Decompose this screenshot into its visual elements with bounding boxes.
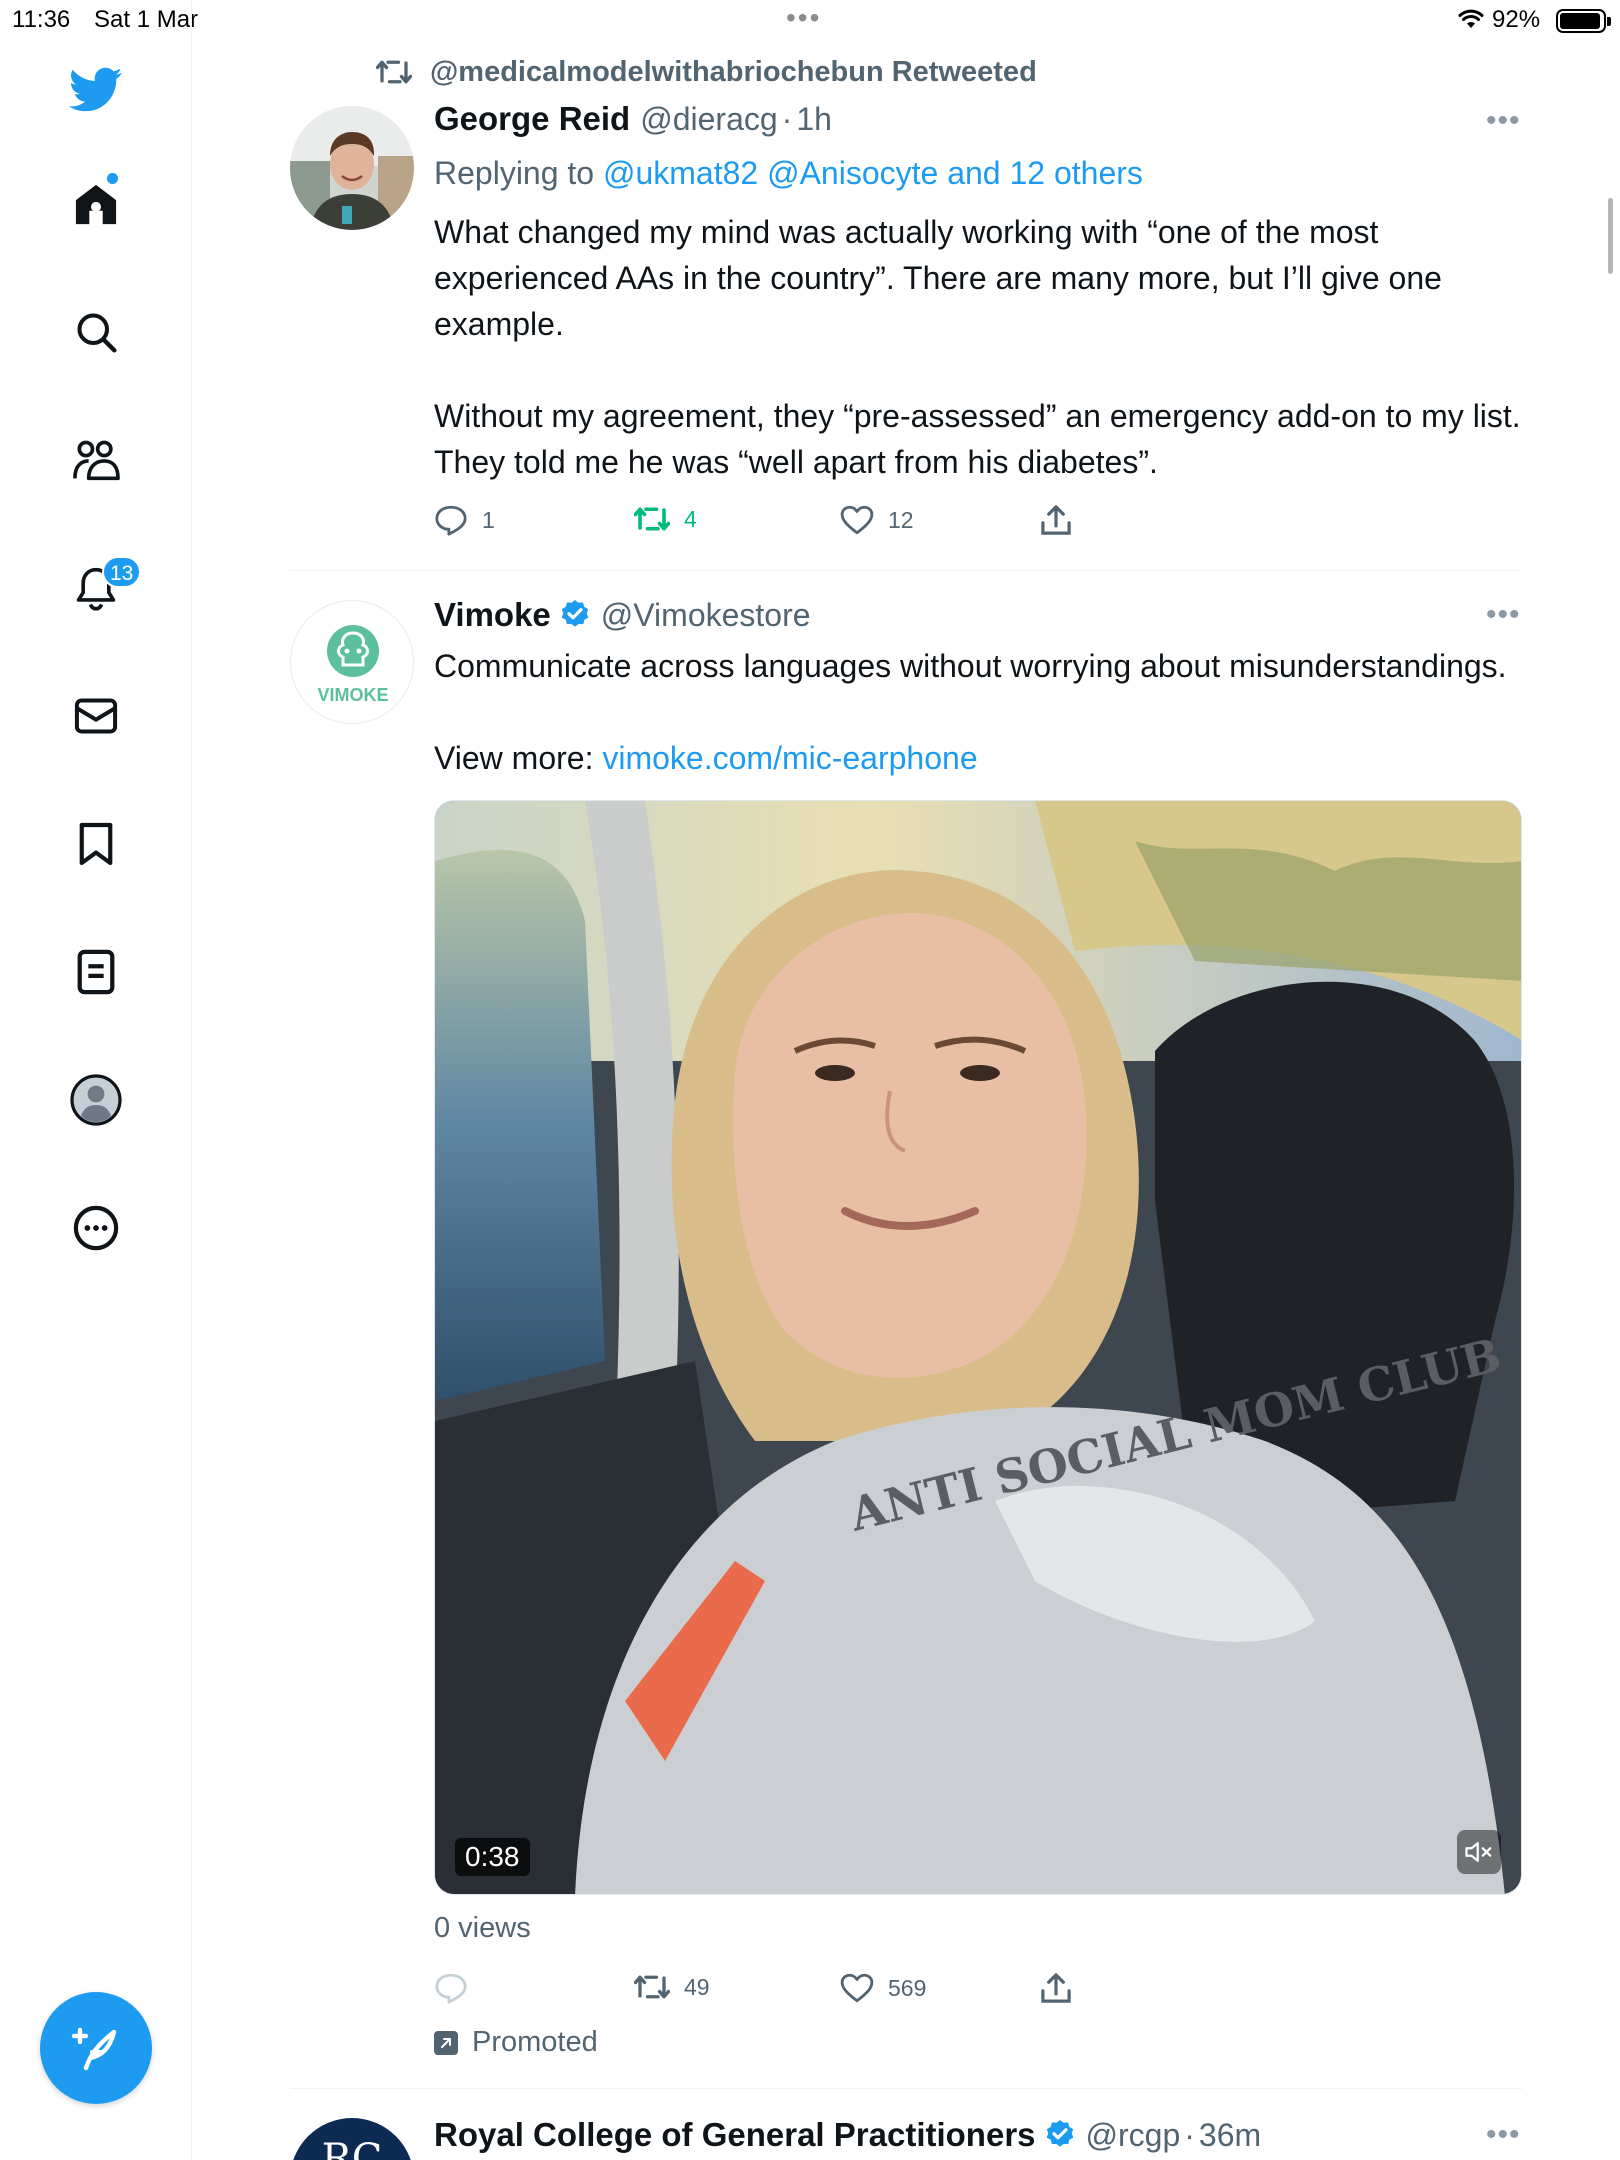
sidebar-item-more[interactable]	[62, 1194, 130, 1262]
compose-tweet-button[interactable]	[40, 1992, 152, 2104]
sidebar-nav: 13	[0, 0, 192, 2160]
people-icon	[73, 440, 120, 481]
avatar-george-reid[interactable]	[290, 106, 414, 230]
video-frame: ANTI SOCIAL MOM CLUB	[435, 801, 1521, 1894]
retweet-context: @medicalmodelwithabriochebun Retweeted	[376, 54, 1037, 90]
like-button[interactable]: 12	[840, 504, 914, 536]
mention-link[interactable]: @Anisocyte	[767, 155, 938, 191]
view-more-label: View more:	[434, 740, 594, 776]
tweet-text-paragraph: What changed my mind was actually workin…	[434, 214, 1442, 342]
tweet-divider	[290, 2088, 1522, 2089]
separator: ·	[1184, 2117, 1195, 2153]
timestamp[interactable]: 36m	[1199, 2117, 1261, 2154]
others-link[interactable]: and 12 others	[947, 155, 1143, 191]
status-bar: 11:36 Sat 1 Mar ••• 92%	[0, 0, 1620, 40]
avatar-rcgp[interactable]: RC	[290, 2118, 414, 2160]
like-count: 12	[888, 506, 914, 533]
retweet-count: 4	[684, 505, 697, 532]
home-icon	[75, 184, 117, 225]
reply-icon	[435, 505, 467, 536]
speaker-muted-icon	[1465, 1842, 1492, 1862]
sidebar-item-explore[interactable]	[62, 298, 130, 366]
sidebar-item-communities[interactable]	[62, 426, 130, 494]
compose-feather-icon	[71, 2027, 117, 2071]
share-button[interactable]	[1040, 504, 1072, 536]
scrollbar-thumb[interactable]	[1608, 198, 1613, 274]
retweeted-by-label[interactable]: @medicalmodelwithabriochebun Retweeted	[430, 56, 1037, 89]
sidebar-item-lists[interactable]	[62, 938, 130, 1006]
more-circle-icon	[73, 1205, 119, 1251]
bookmark-icon	[79, 822, 113, 866]
share-icon	[1041, 505, 1071, 535]
home-unread-dot	[107, 173, 118, 184]
tweet3-header: Royal College of General Practitioners @…	[434, 2114, 1261, 2154]
video-views: 0 views	[434, 1912, 531, 1944]
author-handle[interactable]: @rcgp	[1086, 2117, 1181, 2154]
author-name[interactable]: Royal College of General Practitioners	[434, 2116, 1036, 2154]
retweet-icon	[634, 507, 670, 531]
battery-icon	[1556, 9, 1611, 33]
avatar-vimoke[interactable]: VIMOKE	[290, 600, 414, 724]
promoted-icon	[434, 2030, 458, 2055]
like-button[interactable]: 569	[840, 1972, 926, 2004]
author-handle[interactable]: @Vimokestore	[601, 597, 811, 634]
author-name[interactable]: George Reid	[434, 100, 630, 138]
heart-icon	[840, 1973, 874, 2003]
sidebar-item-home[interactable]	[62, 170, 130, 238]
promoted-text: Promoted	[472, 2026, 598, 2058]
replying-to: Replying to @ukmat82 @Anisocyte and 12 o…	[434, 150, 1524, 196]
battery-percentage: 92%	[1492, 6, 1541, 33]
retweet-button[interactable]: 4	[634, 504, 697, 534]
mute-toggle[interactable]	[1457, 1830, 1501, 1874]
reply-count: 1	[482, 506, 495, 533]
search-icon	[77, 313, 117, 353]
tweet-more-button[interactable]: •••	[1486, 104, 1521, 138]
retweet-icon	[634, 1975, 670, 1999]
tweet-more-button[interactable]: •••	[1486, 2118, 1521, 2152]
notification-count-badge: 13	[102, 556, 142, 588]
promoted-label[interactable]: Promoted	[434, 2026, 598, 2059]
retweet-icon	[376, 60, 412, 84]
mail-icon	[74, 698, 118, 734]
tweet1-header: George Reid @dieracg · 1h	[434, 100, 832, 138]
sidebar-item-profile[interactable]	[62, 1066, 130, 1134]
retweet-count: 49	[684, 1973, 710, 2000]
view-more-line: View more: vimoke.com/mic-earphone	[434, 735, 1524, 781]
reply-button[interactable]	[434, 1972, 468, 2004]
timestamp[interactable]: 1h	[796, 101, 832, 138]
like-count: 569	[888, 1974, 927, 2001]
retweet-button[interactable]: 49	[634, 1972, 710, 2002]
lists-icon	[77, 949, 115, 995]
mention-link[interactable]: @ukmat82	[603, 155, 758, 191]
sidebar-item-messages[interactable]	[62, 682, 130, 750]
reply-button[interactable]: 1	[434, 504, 495, 536]
external-link[interactable]: vimoke.com/mic-earphone	[602, 740, 977, 776]
sidebar-item-bookmarks[interactable]	[62, 810, 130, 878]
heart-icon	[840, 505, 874, 535]
separator: ·	[781, 101, 793, 137]
avatar-brand-text: VIMOKE	[317, 685, 389, 705]
tweet-text: Communicate across languages without wor…	[434, 648, 1507, 684]
tweet-text-paragraph: Without my agreement, they “pre-assessed…	[434, 398, 1521, 480]
replying-to-prefix: Replying to	[434, 155, 595, 191]
profile-avatar-icon	[70, 1074, 122, 1126]
avatar-logo-text: RC	[321, 2136, 383, 2160]
tweet2-header: Vimoke @Vimokestore	[434, 594, 811, 634]
reply-icon	[435, 1973, 467, 2004]
share-icon	[1041, 1973, 1071, 2003]
video-player[interactable]: ANTI SOCIAL MOM CLUB 0:38	[434, 800, 1522, 1895]
tweet-divider	[290, 570, 1522, 571]
twitter-logo-icon[interactable]	[62, 56, 130, 124]
tweet-more-button[interactable]: •••	[1486, 598, 1521, 632]
video-duration: 0:38	[455, 1838, 530, 1876]
share-button[interactable]	[1040, 1972, 1072, 2004]
author-handle[interactable]: @dieracg	[640, 101, 777, 138]
multitasking-dots[interactable]: •••	[786, 2, 821, 34]
verified-badge-icon	[559, 598, 591, 630]
verified-badge-icon	[1044, 2118, 1076, 2150]
wifi-icon	[1458, 8, 1484, 35]
author-name[interactable]: Vimoke	[434, 596, 551, 634]
